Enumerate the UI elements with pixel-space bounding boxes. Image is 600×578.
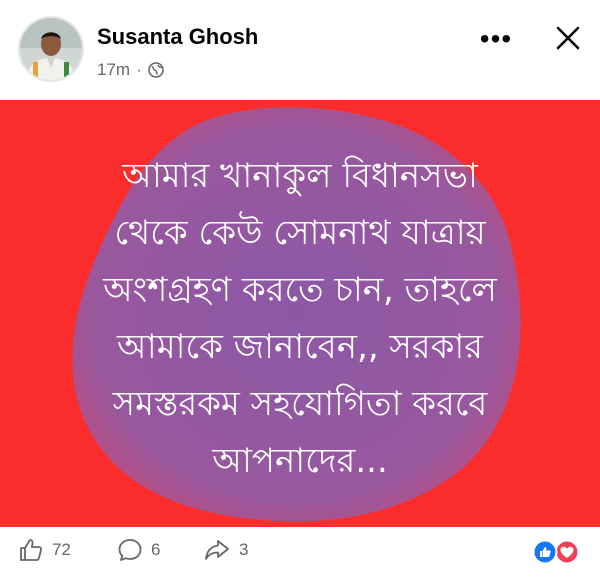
author-name[interactable]: Susanta Ghosh — [97, 24, 258, 50]
post-text: আমার খানাকুল বিধানসভা থেকে কেউ সোমনাথ যা… — [103, 156, 497, 481]
avatar-image — [20, 18, 82, 80]
share-count: 3 — [239, 540, 249, 559]
facebook-post: Susanta Ghosh 17m · ••• আমার খানাকুল বিধ… — [0, 0, 600, 578]
post-footer: 72 6 3 — [0, 527, 600, 578]
post-header: Susanta Ghosh 17m · ••• — [0, 0, 600, 100]
like-reaction-icon — [532, 539, 558, 565]
globe-icon[interactable] — [147, 62, 164, 78]
post-timestamp[interactable]: 17m — [97, 60, 130, 80]
comment-count: 6 — [151, 540, 161, 559]
comment-button[interactable]: 6 — [117, 537, 160, 563]
close-icon — [556, 26, 580, 50]
comment-icon — [118, 539, 142, 561]
more-options-button[interactable]: ••• — [470, 22, 522, 56]
avatar[interactable] — [18, 16, 84, 82]
love-reaction-icon — [554, 539, 580, 565]
reactions-summary[interactable] — [530, 539, 582, 565]
more-options-icon: ••• — [479, 23, 513, 54]
share-button[interactable]: 3 — [203, 537, 248, 563]
close-button[interactable] — [548, 18, 588, 58]
like-button[interactable]: 72 — [18, 537, 71, 563]
like-icon — [20, 539, 43, 561]
post-meta: 17m · — [97, 60, 164, 80]
share-icon — [205, 540, 229, 560]
post-content: আমার খানাকুল বিধানসভা থেকে কেউ সোমনাথ যা… — [0, 100, 600, 527]
like-count: 72 — [52, 540, 71, 559]
meta-separator: · — [136, 60, 142, 79]
